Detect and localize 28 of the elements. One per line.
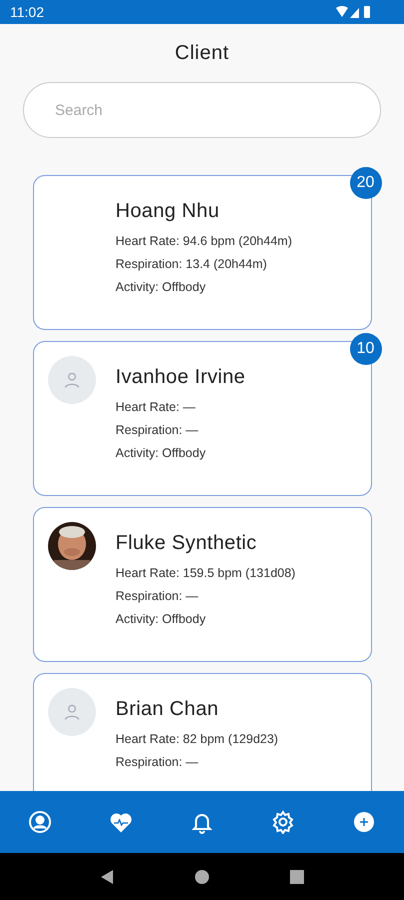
client-stat: Activity: Offbody	[116, 280, 207, 294]
client-stat: Heart Rate: 159.5 bpm (131d08)	[116, 566, 296, 580]
profile-icon	[28, 810, 52, 834]
recents-icon[interactable]	[288, 868, 305, 884]
client-card[interactable]: Brian Chan Heart Rate: 82 bpm (129d23) Respiration: —	[32, 673, 372, 791]
client-name: Brian Chan	[116, 698, 220, 721]
count-badge: 10	[350, 333, 382, 365]
page-title: Client	[174, 42, 230, 65]
client-stat: Respiration: —	[116, 755, 200, 769]
back-icon[interactable]	[99, 868, 116, 884]
client-stat: Heart Rate: 94.6 bpm (20h44m)	[116, 234, 292, 248]
settings-icon	[270, 810, 295, 834]
client-stat: Heart Rate: 82 bpm (129d23)	[116, 732, 278, 746]
count-badge: 20	[350, 167, 382, 199]
client-stat: Respiration: —	[116, 423, 200, 437]
client-name: Fluke Synthetic	[116, 532, 258, 555]
client-stat: Activity: Offbody	[116, 446, 207, 460]
status-time: 11:02	[10, 4, 44, 20]
client-stat: Activity: Offbody	[116, 612, 207, 626]
client-name: Hoang Nhu	[116, 200, 220, 223]
home-icon[interactable]	[194, 868, 210, 884]
add-icon	[352, 810, 376, 834]
search-field[interactable]: Search	[23, 82, 381, 138]
client-stat: Heart Rate: —	[116, 400, 196, 414]
client-card[interactable]: Fluke Synthetic Heart Rate: 159.5 bpm (131d08) Respiration: — Activity: Offbody	[32, 507, 372, 662]
client-stat: Respiration: —	[116, 589, 200, 603]
client-stat: Respiration: 13.4 (20h44m)	[116, 257, 268, 271]
client-name: Ivanhoe Irvine	[116, 366, 246, 389]
